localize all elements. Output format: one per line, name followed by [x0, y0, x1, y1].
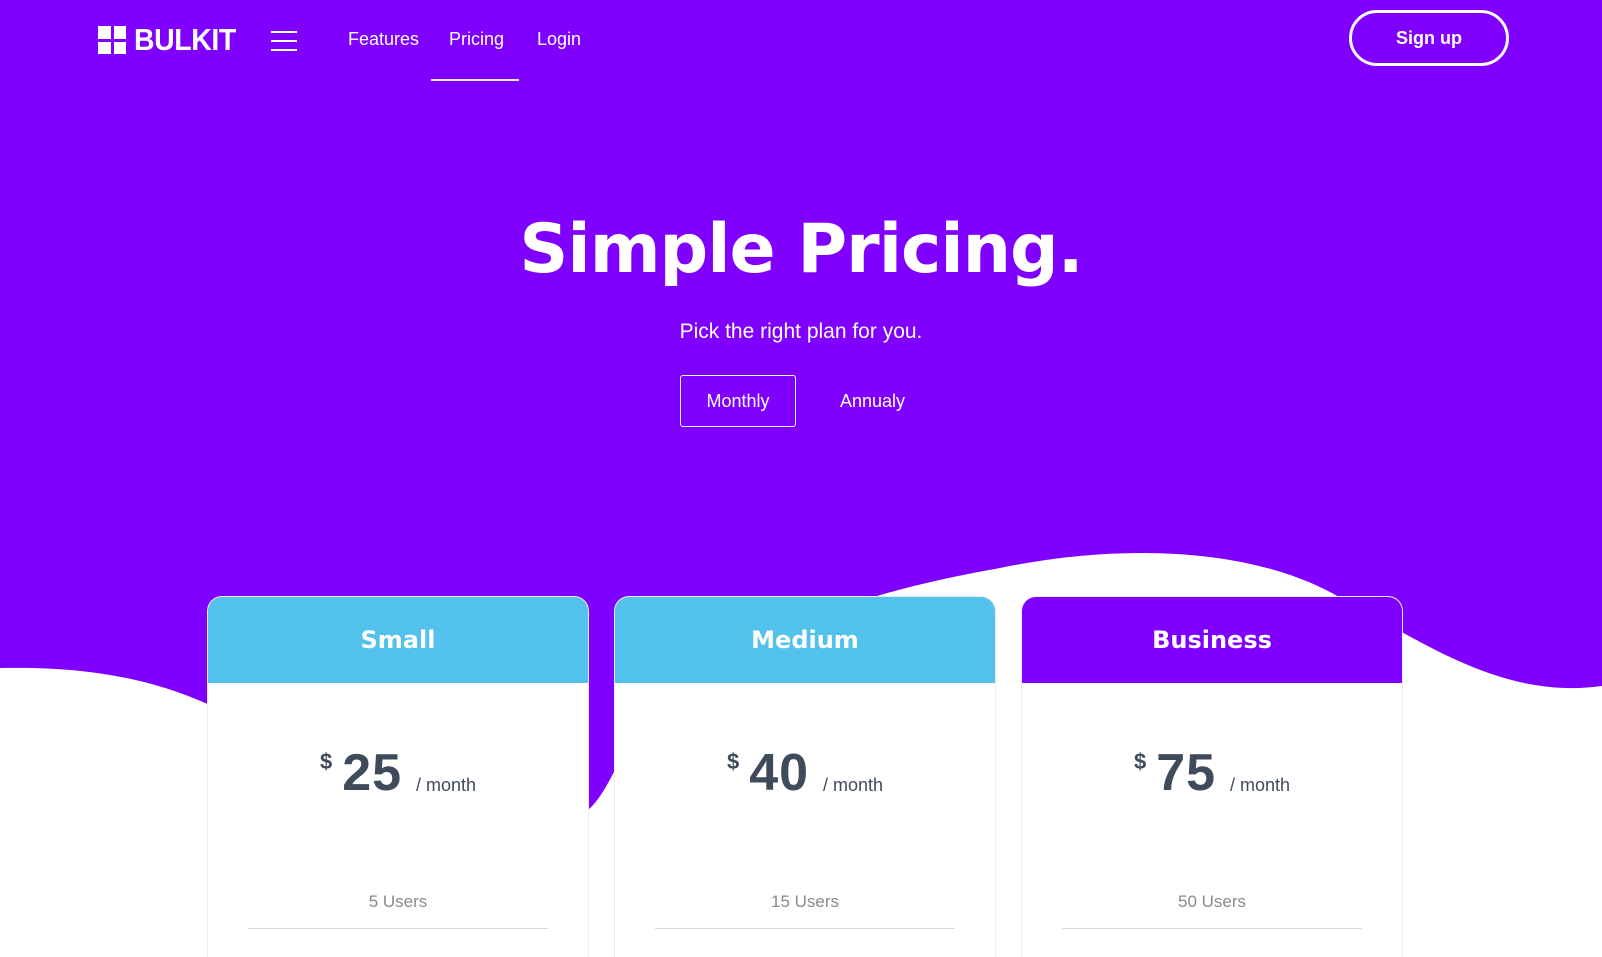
- price-row: $ 40 / month: [615, 745, 995, 801]
- plan-name: Medium: [751, 626, 859, 654]
- plan-name: Business: [1152, 626, 1272, 654]
- feature-divider: [248, 928, 548, 929]
- billing-toggle-annually[interactable]: Annualy: [815, 375, 930, 427]
- signup-button[interactable]: Sign up: [1349, 10, 1509, 66]
- price-period: / month: [1230, 775, 1291, 795]
- plan-header: Small: [208, 597, 588, 683]
- price-row: $ 25 / month: [208, 745, 588, 801]
- nav-link-login[interactable]: Login: [537, 29, 581, 50]
- plan-feature-users: 50 Users: [1177, 892, 1247, 911]
- pricing-card-small: Small $ 25 / month 5 Users: [208, 597, 588, 957]
- pricing-card-medium: Medium $ 40 / month 15 Users: [615, 597, 995, 957]
- currency-symbol: $: [319, 749, 333, 774]
- grid-logo-icon: [98, 26, 126, 54]
- hero-title: Simple Pricing.: [519, 210, 1083, 289]
- currency-symbol: $: [1133, 749, 1147, 774]
- nav-link-pricing[interactable]: Pricing: [449, 29, 504, 50]
- feature-divider: [655, 928, 955, 929]
- plan-header: Business: [1022, 597, 1402, 683]
- nav-link-features[interactable]: Features: [348, 29, 419, 50]
- price-amount: 75: [1156, 744, 1217, 802]
- feature-divider: [1062, 928, 1362, 929]
- price-amount: 40: [749, 744, 810, 802]
- brand-name: BULKIT: [134, 22, 236, 57]
- pricing-card-business: Business $ 75 / month 50 Users: [1022, 597, 1402, 957]
- currency-symbol: $: [726, 749, 740, 774]
- price-amount: 25: [342, 744, 403, 802]
- hero-subtitle: Pick the right plan for you.: [679, 320, 923, 343]
- plan-feature-users: 15 Users: [770, 892, 840, 911]
- price-row: $ 75 / month: [1022, 745, 1402, 801]
- plan-header: Medium: [615, 597, 995, 683]
- plan-name: Small: [360, 626, 436, 654]
- price-period: / month: [416, 775, 477, 795]
- billing-toggle-monthly[interactable]: Monthly: [680, 375, 796, 427]
- hamburger-icon[interactable]: [271, 31, 297, 51]
- active-nav-underline: [431, 79, 519, 81]
- price-period: / month: [823, 775, 884, 795]
- plan-feature-users: 5 Users: [368, 892, 428, 911]
- brand-logo[interactable]: BULKIT: [98, 22, 245, 57]
- top-navbar: BULKIT Features Pricing Login Sign up: [0, 0, 1602, 81]
